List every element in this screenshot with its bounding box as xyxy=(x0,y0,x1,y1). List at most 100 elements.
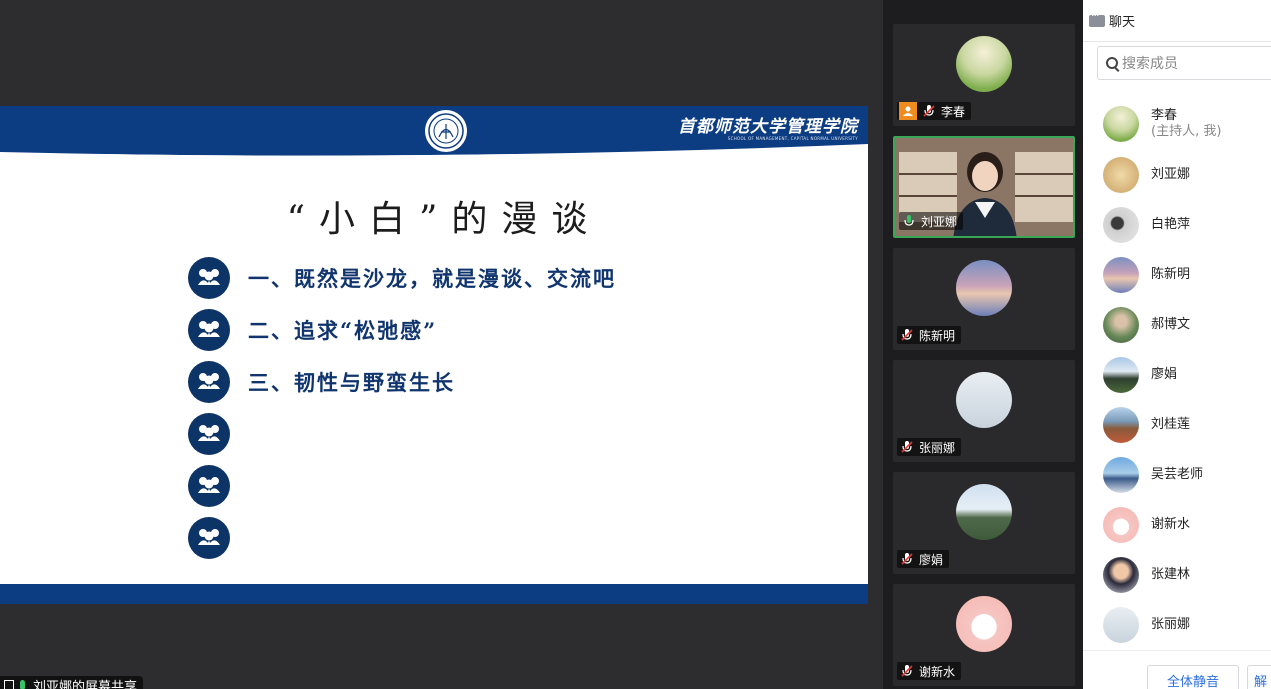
people-group-icon xyxy=(188,257,230,299)
screen-share-area: 首都师范大学管理学院 SCHOOL OF MANAGEMENT, CAPITAL… xyxy=(0,0,883,689)
school-name: 首都师范大学管理学院 SCHOOL OF MANAGEMENT, CAPITAL… xyxy=(678,112,858,141)
share-screen-icon xyxy=(4,680,14,689)
member-search-input[interactable]: 搜索成员 xyxy=(1097,46,1271,80)
avatar xyxy=(1103,257,1139,293)
mic-muted-icon xyxy=(899,551,915,567)
member-info: 廖娟 xyxy=(1151,367,1177,383)
university-seal-icon xyxy=(423,108,469,154)
member-list-item[interactable]: 谢新水 xyxy=(1103,505,1190,545)
member-list-item[interactable]: 张丽娜 xyxy=(1103,605,1190,645)
slide-bullet-row: 一、既然是沙龙，就是漫谈、交流吧 xyxy=(188,257,616,299)
tower-avatar xyxy=(956,372,1012,428)
participant-name: 廖娟 xyxy=(919,552,944,567)
member-info: 谢新水 xyxy=(1151,517,1190,533)
school-name-en: SCHOOL OF MANAGEMENT, CAPITAL NORMAL UNI… xyxy=(727,136,858,141)
avatar xyxy=(1103,507,1139,543)
video-tile[interactable]: 廖娟 xyxy=(893,472,1075,574)
slide-footer-band xyxy=(0,584,868,604)
participant-name-tag: 李春 xyxy=(897,102,972,120)
host-icon xyxy=(899,102,917,120)
member-role: (主持人, 我) xyxy=(1151,124,1222,139)
avatar xyxy=(1103,207,1139,243)
member-list-item[interactable]: 郝博文 xyxy=(1103,305,1190,345)
member-name: 张建林 xyxy=(1151,567,1191,582)
member-name: 廖娟 xyxy=(1151,367,1178,382)
member-list-item[interactable]: 陈新明 xyxy=(1103,255,1190,295)
cartoon-avatar xyxy=(956,596,1012,652)
slide-bullet-text: 三、韧性与野蛮生长 xyxy=(248,370,455,395)
member-name: 谢新水 xyxy=(1151,517,1191,532)
avatar xyxy=(1103,157,1139,193)
slide-title: “小白”的漫谈 xyxy=(286,199,602,240)
chat-icon xyxy=(1089,9,1105,27)
meadow-avatar xyxy=(956,36,1012,92)
participant-name-tag: 张丽娜 xyxy=(897,438,962,456)
unmute-all-button[interactable]: 解 xyxy=(1247,665,1271,689)
member-info: 李春 (主持人, 我) xyxy=(1151,108,1221,140)
member-list-item[interactable]: 吴芸老师 xyxy=(1103,455,1203,495)
participant-name-tag: 廖娟 xyxy=(897,550,950,568)
member-name: 陈新明 xyxy=(1151,267,1191,282)
chat-tab-label: 聊天 xyxy=(1109,15,1136,30)
mic-muted-icon xyxy=(921,103,937,119)
people-group-icon xyxy=(188,309,230,351)
member-info: 张丽娜 xyxy=(1151,617,1190,633)
participant-name-tag: 刘亚娜 xyxy=(899,212,964,230)
member-info: 吴芸老师 xyxy=(1151,467,1203,483)
avatar xyxy=(1103,607,1139,643)
member-info: 张建林 xyxy=(1151,567,1190,583)
member-list-item[interactable]: 刘亚娜 xyxy=(1103,155,1190,195)
member-list-item[interactable]: 廖娟 xyxy=(1103,355,1177,395)
avatar xyxy=(1103,457,1139,493)
video-gallery[interactable]: 李春刘亚娜陈新明张丽娜廖娟谢新水 xyxy=(883,0,1083,689)
slide-bullet-row: 二、追求“松弛感” xyxy=(188,309,437,351)
participant-name: 谢新水 xyxy=(919,664,956,679)
video-tile[interactable]: 张丽娜 xyxy=(893,360,1075,462)
mic-icon xyxy=(901,213,917,229)
member-list-item[interactable]: 刘桂莲 xyxy=(1103,405,1190,445)
mic-muted-icon xyxy=(899,439,915,455)
participant-name: 刘亚娜 xyxy=(921,214,958,229)
member-name: 郝博文 xyxy=(1151,317,1191,332)
panel-footer: 全体静音 解 xyxy=(1083,650,1271,689)
video-tile[interactable]: 谢新水 xyxy=(893,584,1075,686)
video-tile[interactable]: 陈新明 xyxy=(893,248,1075,350)
member-info: 郝博文 xyxy=(1151,317,1190,333)
search-icon xyxy=(1106,57,1118,69)
member-name: 白艳萍 xyxy=(1151,217,1191,232)
slide-bullet-text: 二、追求“松弛感” xyxy=(248,318,438,343)
people-group-icon xyxy=(188,465,230,507)
member-name: 刘桂莲 xyxy=(1151,417,1191,432)
avatar xyxy=(1103,407,1139,443)
member-info: 白艳萍 xyxy=(1151,217,1190,233)
school-name-cn: 首都师范大学管理学院 xyxy=(678,117,858,137)
people-group-icon xyxy=(188,517,230,559)
participant-name: 陈新明 xyxy=(919,328,956,343)
avatar xyxy=(1103,307,1139,343)
landscape-avatar xyxy=(956,484,1012,540)
member-info: 陈新明 xyxy=(1151,267,1190,283)
member-list-item[interactable]: 李春 (主持人, 我) xyxy=(1103,104,1221,144)
participant-name: 李春 xyxy=(941,104,966,119)
mic-muted-icon xyxy=(899,663,915,679)
slide-bullet-text: 一、既然是沙龙，就是漫谈、交流吧 xyxy=(248,266,616,291)
member-list-item[interactable]: 张建林 xyxy=(1103,555,1190,595)
share-tag-text: 刘亚娜的屏幕共享 xyxy=(33,679,138,689)
slide-bullet-row xyxy=(188,517,248,559)
slide-bullet-row: 三、韧性与野蛮生长 xyxy=(188,361,455,403)
mute-all-button[interactable]: 全体静音 xyxy=(1147,665,1239,689)
mic-muted-icon xyxy=(899,327,915,343)
mic-icon xyxy=(20,680,25,689)
chat-tab[interactable]: 聊天 xyxy=(1083,0,1271,42)
member-name: 张丽娜 xyxy=(1151,617,1191,632)
video-tile[interactable]: 李春 xyxy=(893,24,1075,126)
video-tile[interactable]: 刘亚娜 xyxy=(893,136,1075,238)
member-list-item[interactable]: 白艳萍 xyxy=(1103,205,1190,245)
sky-avatar xyxy=(956,260,1012,316)
screen-share-label: 刘亚娜的屏幕共享 xyxy=(0,676,144,689)
member-name: 吴芸老师 xyxy=(1151,467,1204,482)
participant-name: 张丽娜 xyxy=(919,440,956,455)
avatar xyxy=(1103,357,1139,393)
avatar xyxy=(1103,106,1139,142)
meeting-window: 首都师范大学管理学院 SCHOOL OF MANAGEMENT, CAPITAL… xyxy=(0,0,1271,689)
